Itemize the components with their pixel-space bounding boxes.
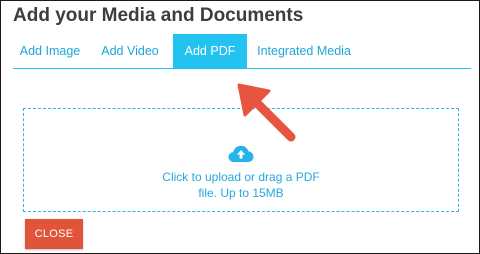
media-dialog: Add your Media and Documents Add Image A… (0, 0, 480, 254)
upload-instructions: Click to upload or drag a PDF file. Up t… (24, 169, 458, 201)
upload-instructions-line2: file. Up to 15MB (198, 186, 284, 200)
upload-instructions-line1: Click to upload or drag a PDF (162, 170, 320, 184)
tab-add-video[interactable]: Add Video (87, 34, 173, 68)
pointer-arrow-icon (237, 83, 296, 142)
tab-integrated-media[interactable]: Integrated Media (247, 34, 361, 68)
tab-add-image[interactable]: Add Image (13, 34, 87, 68)
cloud-upload-icon (228, 145, 254, 162)
close-button[interactable]: CLOSE (25, 219, 83, 249)
dialog-title: Add your Media and Documents (13, 5, 304, 26)
tab-add-pdf[interactable]: Add PDF (173, 34, 247, 68)
media-tabs: Add Image Add Video Add PDF Integrated M… (13, 34, 471, 69)
